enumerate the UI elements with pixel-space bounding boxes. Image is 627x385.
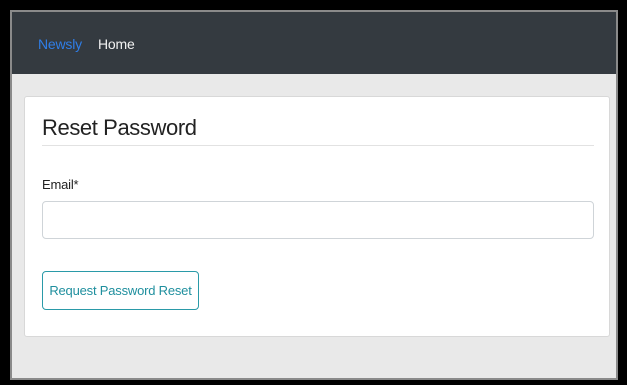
nav-link-home[interactable]: Home	[98, 36, 135, 52]
title-divider	[42, 145, 594, 146]
navbar: Newsly Home	[12, 12, 616, 74]
request-password-reset-button[interactable]: Request Password Reset	[42, 271, 199, 310]
page-title: Reset Password	[42, 115, 197, 140]
reset-password-card: Reset Password Email* Request Password R…	[24, 96, 610, 337]
email-label: Email*	[42, 177, 79, 192]
email-field[interactable]	[42, 201, 594, 239]
brand-link[interactable]: Newsly	[38, 36, 82, 52]
browser-viewport: Newsly Home Reset Password Email* Reques…	[10, 10, 618, 380]
